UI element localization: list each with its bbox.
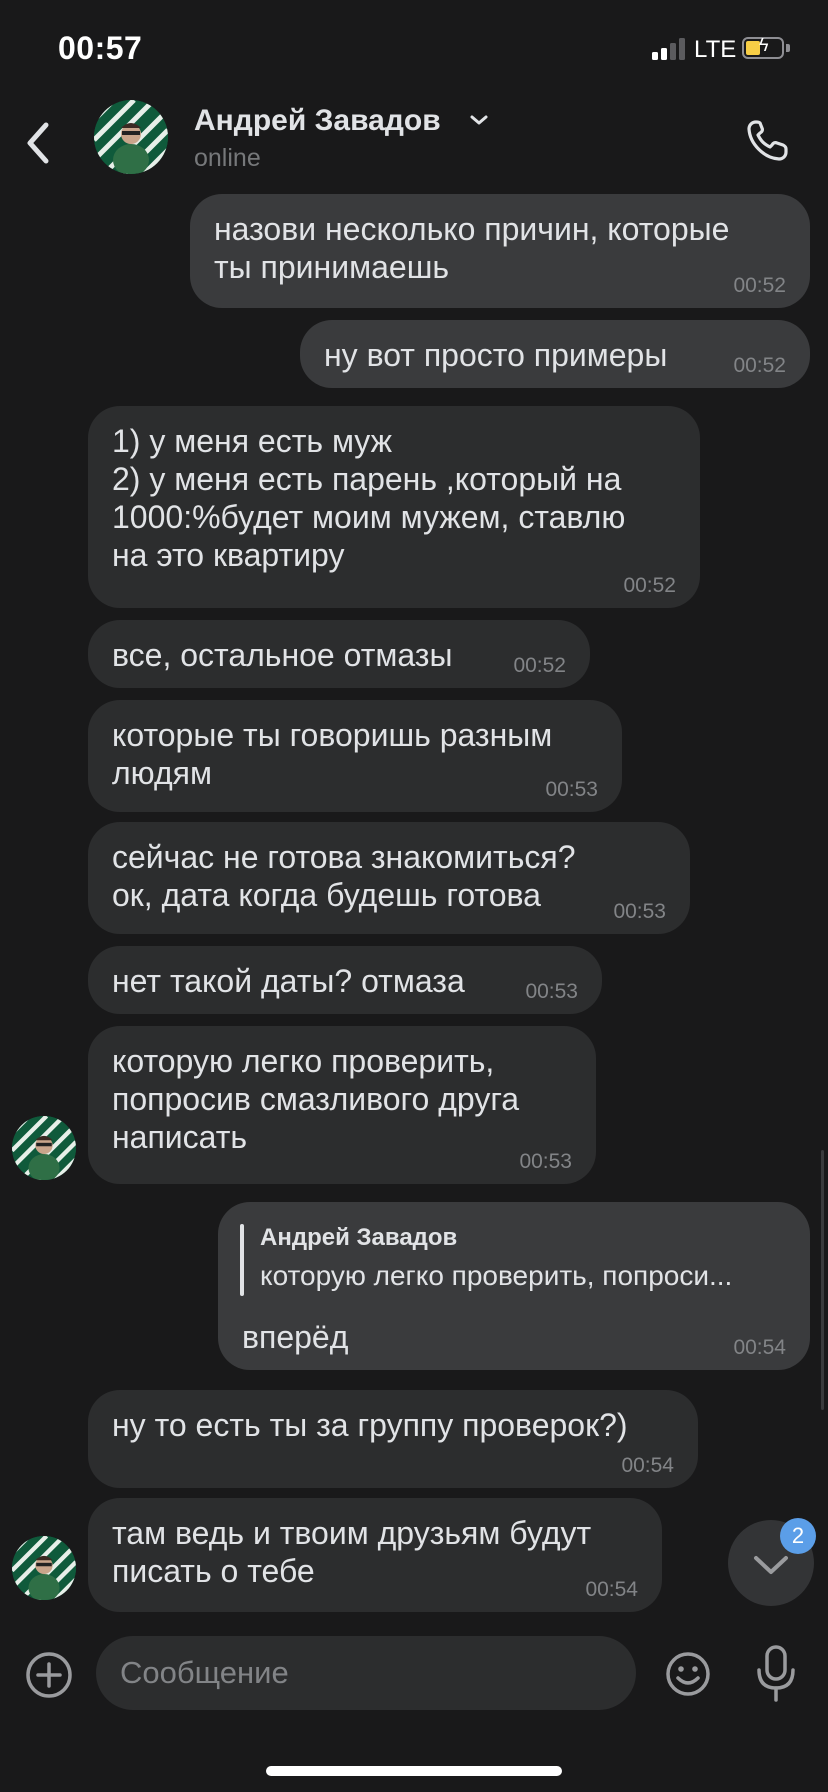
message-input[interactable] — [96, 1636, 636, 1710]
smile-icon[interactable] — [664, 1650, 712, 1698]
message-time: 00:53 — [519, 1150, 572, 1173]
message-time: 00:54 — [733, 1336, 786, 1359]
message-time: 00:53 — [613, 900, 666, 923]
chat-header: Андрей Завадов online — [0, 96, 828, 196]
phone-icon[interactable] — [742, 116, 792, 166]
message-text: которые ты говоришь разным людям — [112, 717, 553, 791]
unread-badge: 2 — [780, 1518, 816, 1554]
status-time: 00:57 — [58, 30, 143, 66]
message-text: которую легко проверить, попросив смазли… — [112, 1043, 520, 1155]
message-incoming[interactable]: которые ты говоришь разным людям 00:53 — [88, 700, 622, 812]
chevron-down-icon[interactable] — [468, 112, 490, 128]
contact-name[interactable]: Андрей Завадов — [194, 104, 441, 138]
microphone-icon[interactable] — [752, 1644, 800, 1704]
message-incoming[interactable]: там ведь и твоим друзьям будут писать о … — [88, 1498, 662, 1612]
message-incoming[interactable]: которую легко проверить, попросив смазли… — [88, 1026, 596, 1184]
message-text: ну вот просто примеры — [324, 337, 668, 373]
message-outgoing[interactable]: назови несколько причин, которые ты прин… — [190, 194, 810, 308]
reply-quote-bar — [240, 1224, 244, 1296]
message-text: вперёд — [242, 1319, 349, 1355]
message-incoming[interactable]: ну то есть ты за группу проверок?) 00:54 — [88, 1390, 698, 1488]
message-incoming[interactable]: нет такой даты? отмаза 00:53 — [88, 946, 602, 1014]
message-text: нет такой даты? отмаза — [112, 963, 465, 999]
sender-avatar[interactable] — [12, 1116, 76, 1180]
sender-avatar[interactable] — [12, 1536, 76, 1600]
message-composer — [0, 1626, 828, 1746]
message-time: 00:52 — [733, 274, 786, 297]
reply-text: которую легко проверить, попроси... — [260, 1260, 733, 1291]
message-text: все, остальное отмазы — [112, 637, 453, 673]
message-time: 00:52 — [513, 654, 566, 677]
contact-avatar[interactable] — [94, 100, 168, 174]
message-time: 00:52 — [733, 354, 786, 377]
message-outgoing-reply[interactable]: Андрей Завадов которую легко проверить, … — [218, 1202, 810, 1370]
status-bar: 00:57 LTE ϟ — [0, 0, 828, 96]
cellular-signal-icon — [652, 38, 688, 60]
message-time: 00:53 — [525, 980, 578, 1003]
message-incoming[interactable]: сейчас не готова знакомиться? ок, дата к… — [88, 822, 690, 934]
message-time: 00:53 — [545, 778, 598, 801]
message-text: 1) у меня есть муж 2) у меня есть парень… — [112, 423, 626, 573]
message-time: 00:52 — [623, 574, 676, 597]
plus-circle-icon[interactable] — [24, 1650, 74, 1700]
network-type-label: LTE — [694, 36, 737, 63]
home-indicator[interactable] — [266, 1766, 562, 1776]
back-chevron-icon[interactable] — [22, 120, 54, 166]
message-time: 00:54 — [585, 1578, 638, 1601]
message-text: назови несколько причин, которые ты прин… — [214, 211, 730, 285]
message-time: 00:54 — [621, 1454, 674, 1477]
contact-status: online — [194, 144, 261, 172]
message-outgoing[interactable]: ну вот просто примеры 00:52 — [300, 320, 810, 388]
reply-author: Андрей Завадов — [260, 1224, 458, 1251]
battery-icon: ϟ — [742, 35, 784, 59]
message-text: ну то есть ты за группу проверок?) — [112, 1407, 628, 1443]
message-incoming[interactable]: все, остальное отмазы 00:52 — [88, 620, 590, 688]
scroll-indicator — [821, 1150, 824, 1410]
battery-tip — [786, 44, 790, 52]
message-text: там ведь и твоим друзьям будут писать о … — [112, 1515, 592, 1589]
message-incoming[interactable]: 1) у меня есть муж 2) у меня есть парень… — [88, 406, 700, 608]
message-text: сейчас не готова знакомиться? ок, дата к… — [112, 839, 576, 913]
